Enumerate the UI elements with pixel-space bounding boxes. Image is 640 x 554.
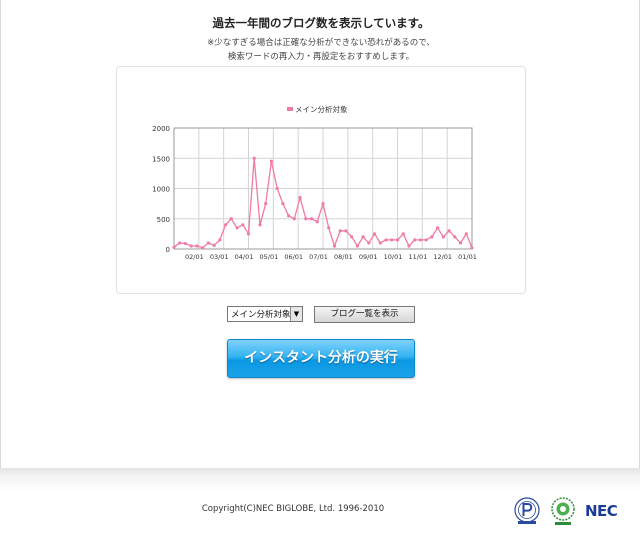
warning-note-line-1: ※少なすぎる場合は正確な分析ができない恐れがあるので、 [207, 38, 435, 48]
legend-swatch [287, 107, 293, 111]
x-tick-label: 05/01 [259, 253, 278, 261]
warning-note-line-2: 検索ワードの再入力・再設定をおすすめします。 [227, 52, 415, 62]
nec-logo: NEC [585, 502, 618, 520]
x-tick-label: 07/01 [309, 253, 328, 261]
data-point [172, 245, 176, 249]
data-point [201, 246, 205, 250]
data-point [212, 243, 216, 247]
data-point [223, 223, 228, 227]
run-instant-analysis-button[interactable]: インスタント分析の実行 [227, 339, 415, 378]
data-point [287, 214, 291, 218]
data-point [275, 186, 279, 191]
chart-svg: 0 500 1000 1500 2000 02/01 03/01 04/01 05/01 06/0… [152, 104, 477, 261]
data-point [327, 226, 331, 230]
data-point [281, 202, 285, 206]
data-point [441, 235, 445, 239]
data-point [470, 246, 474, 250]
data-point [178, 241, 182, 245]
x-tick-label: 09/01 [359, 253, 378, 261]
data-point [447, 229, 451, 233]
main-panel: 過去一年間のブログ数を表示しています。 ※少なすぎる場合は正確な分析ができない恐… [0, 0, 640, 468]
y-tick-label: 500 [157, 216, 170, 224]
data-point [401, 232, 405, 236]
blog-count-chart: 0 500 1000 1500 2000 02/01 03/01 04/01 05/01 06/0… [116, 66, 526, 294]
data-point [332, 244, 337, 248]
data-point [361, 235, 365, 239]
data-point [430, 235, 434, 239]
data-point [378, 241, 382, 245]
data-point [292, 217, 296, 221]
data-point [258, 223, 262, 227]
data-point [384, 238, 388, 242]
data-point [355, 244, 359, 248]
data-point [424, 238, 428, 242]
data-point [183, 241, 188, 246]
data-point [436, 226, 440, 230]
y-tick-label: 0 [166, 246, 170, 254]
data-point [458, 241, 463, 245]
target-select-value: メイン分析対象 [231, 310, 291, 320]
data-point [218, 238, 222, 242]
data-point [453, 235, 457, 239]
chevron-down-icon[interactable]: ▼ [290, 307, 302, 321]
data-point [264, 202, 268, 206]
data-point [189, 244, 193, 248]
target-select[interactable]: メイン分析対象 ▼ [227, 306, 303, 322]
show-blog-list-button[interactable]: ブログ一覧を表示 [314, 306, 415, 323]
data-point [418, 238, 423, 242]
data-point [246, 232, 251, 236]
privacy-mark-logo-icon [514, 497, 540, 524]
x-tick-label: 04/01 [235, 253, 254, 261]
data-point [269, 159, 274, 163]
data-point [315, 220, 319, 224]
data-point [235, 226, 239, 230]
copyright-text: Copyright(C)NEC BIGLOBE, Ltd. 1996-2010 [201, 504, 385, 514]
data-point [195, 244, 199, 248]
data-point [309, 217, 314, 221]
data-point [298, 195, 302, 200]
data-point [344, 229, 348, 233]
x-tick-label: 11/01 [408, 253, 427, 261]
data-point [413, 238, 417, 242]
y-tick-label: 1500 [152, 155, 170, 163]
data-point [372, 232, 377, 236]
x-tick-label: 03/01 [210, 253, 229, 261]
safety-seal-logo-icon [551, 497, 575, 525]
data-point [252, 156, 256, 160]
x-tick-label: 10/01 [384, 253, 403, 261]
data-point [241, 223, 245, 227]
y-tick-label: 2000 [152, 125, 170, 133]
data-point [350, 235, 354, 239]
x-tick-label: 02/01 [185, 253, 204, 261]
data-point [464, 232, 468, 236]
data-point [304, 217, 308, 221]
data-point [321, 202, 325, 206]
data-point [407, 244, 411, 248]
data-point [229, 217, 233, 221]
x-tick-label: 06/01 [284, 253, 303, 261]
data-point [395, 238, 400, 242]
data-point [338, 229, 342, 233]
x-tick-label: 12/01 [433, 253, 452, 261]
y-tick-label: 1000 [152, 186, 170, 194]
data-point [206, 241, 210, 245]
page-title: 過去一年間のブログ数を表示しています。 [212, 16, 430, 30]
x-tick-label: 08/01 [334, 253, 353, 261]
data-point [367, 241, 371, 245]
x-tick-label: 01/01 [458, 253, 477, 261]
data-point [390, 238, 394, 242]
legend-label: メイン分析対象 [295, 104, 348, 114]
